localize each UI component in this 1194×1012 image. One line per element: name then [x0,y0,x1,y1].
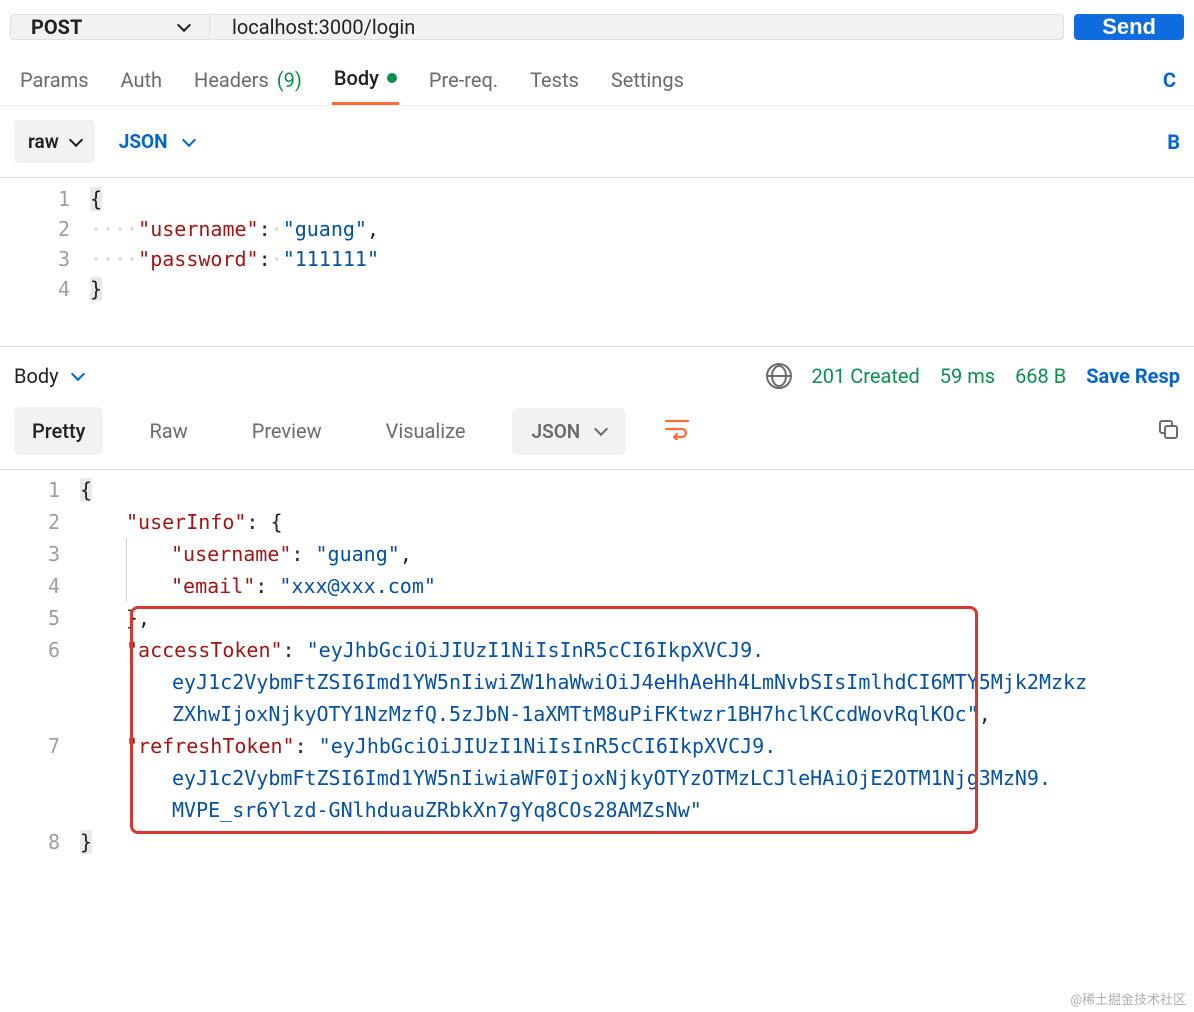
chevron-down-icon [182,132,196,146]
content-type-select[interactable]: JSON [119,130,194,153]
copy-icon[interactable] [1156,417,1180,445]
request-body-editor[interactable]: 1{2····"username":·"guang",3····"passwor… [0,177,1194,347]
beautify-link[interactable]: B [1167,130,1180,154]
response-body-viewer[interactable]: 1{2"userInfo": {3"username": "guang",4"e… [0,469,1194,858]
body-subbar: raw JSON B [0,106,1194,177]
response-status: 201 Created [812,364,920,388]
headers-count: (9) [277,68,302,92]
code-line[interactable]: 1{ [0,184,1194,214]
http-method-select[interactable]: POST [10,14,210,40]
code-line[interactable]: 3····"password":·"111111" [0,244,1194,274]
wrap-lines-icon[interactable] [654,408,700,454]
code-content: }, [80,602,1194,634]
code-line[interactable]: 4} [0,274,1194,304]
viewtab-preview[interactable]: Preview [234,407,340,455]
response-size: 668 B [1015,364,1066,388]
response-content-type-select[interactable]: JSON [512,408,627,455]
response-line[interactable]: 5}, [0,602,1194,634]
send-label: Send [1102,14,1156,40]
code-content: "refreshToken": "eyJhbGciOiJIUzI1NiIsInR… [80,730,1194,826]
chevron-down-icon [594,422,608,436]
tab-params[interactable]: Params [18,56,91,104]
code-content: } [90,274,102,304]
response-line[interactable]: 8} [0,826,1194,858]
tab-headers[interactable]: Headers (9) [192,56,304,104]
line-number: 1 [0,184,90,214]
response-viewmode-bar: Pretty Raw Preview Visualize JSON [0,399,1194,469]
line-number: 4 [0,274,90,304]
response-bar: Body 201 Created 59 ms 668 B Save Resp [0,347,1194,399]
response-line[interactable]: 6"accessToken": "eyJhbGciOiJIUzI1NiIsInR… [0,634,1194,730]
tab-tests[interactable]: Tests [528,56,581,104]
url-value: localhost:3000/login [232,15,415,39]
viewtab-pretty[interactable]: Pretty [14,407,103,455]
code-content: "accessToken": "eyJhbGciOiJIUzI1NiIsInR5… [80,634,1194,730]
cookies-link[interactable]: C [1163,68,1176,92]
watermark: @稀土掘金技术社区 [1070,989,1186,1008]
line-number: 8 [0,826,80,858]
response-time: 59 ms [940,364,995,388]
line-number: 3 [0,244,90,274]
send-button[interactable]: Send [1074,14,1184,40]
code-content: "username": "guang", [80,538,1194,570]
line-number: 4 [0,570,80,602]
line-number: 5 [0,602,80,634]
response-tab-select[interactable]: Body [14,364,83,388]
code-content: } [80,826,1194,858]
tab-auth[interactable]: Auth [119,56,165,104]
viewtab-raw[interactable]: Raw [131,407,205,455]
code-line[interactable]: 2····"username":·"guang", [0,214,1194,244]
code-content: "userInfo": { [80,506,1194,538]
response-line[interactable]: 1{ [0,474,1194,506]
line-number: 3 [0,538,80,570]
save-response-button[interactable]: Save Resp [1086,364,1180,388]
chevron-down-icon [71,367,85,381]
viewtab-visualize[interactable]: Visualize [368,407,484,455]
url-input[interactable]: localhost:3000/login [210,14,1064,40]
line-number: 1 [0,474,80,506]
chevron-down-icon [69,132,83,146]
body-mode-select[interactable]: raw [14,120,95,163]
code-content: { [90,184,102,214]
tab-settings[interactable]: Settings [609,56,686,104]
tab-prerequest[interactable]: Pre-req. [427,56,500,104]
http-method-value: POST [31,15,82,39]
chevron-down-icon [177,18,191,32]
line-number: 2 [0,214,90,244]
globe-icon[interactable] [766,363,792,389]
code-content: "email": "xxx@xxx.com" [80,570,1194,602]
tab-body[interactable]: Body [332,54,399,105]
line-number: 7 [0,730,80,826]
response-line[interactable]: 3"username": "guang", [0,538,1194,570]
body-active-dot-icon [387,73,397,83]
response-line[interactable]: 4"email": "xxx@xxx.com" [0,570,1194,602]
code-content: { [80,474,1194,506]
code-content: ····"username":·"guang", [90,214,379,244]
line-number: 6 [0,634,80,730]
response-line[interactable]: 7"refreshToken": "eyJhbGciOiJIUzI1NiIsIn… [0,730,1194,826]
request-tabs: Params Auth Headers (9) Body Pre-req. Te… [0,54,1194,106]
code-content: ····"password":·"111111" [90,244,379,274]
response-line[interactable]: 2"userInfo": { [0,506,1194,538]
line-number: 2 [0,506,80,538]
